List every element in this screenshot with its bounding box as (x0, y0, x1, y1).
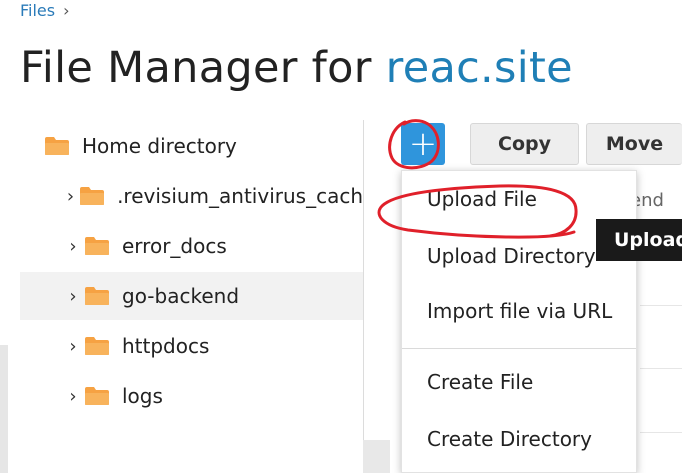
folder-icon (85, 337, 109, 355)
folder-icon (85, 237, 109, 255)
tree-item-label: go-backend (122, 284, 240, 308)
copy-button[interactable]: Copy (470, 123, 579, 165)
chevron-right-icon[interactable]: › (62, 236, 84, 257)
tree-item-error-docs[interactable]: › error_docs (20, 222, 363, 270)
tree-item-go-backend[interactable]: › go-backend (20, 272, 363, 320)
chevron-right-icon[interactable]: › (62, 286, 84, 307)
move-button[interactable]: Move (586, 123, 682, 165)
page-title-site: reac.site (385, 43, 573, 93)
content-scrollbar[interactable] (363, 440, 390, 473)
file-list-row-divider (640, 368, 682, 369)
file-list-row-divider (640, 432, 682, 433)
folder-icon (85, 387, 109, 405)
plus-icon: + (408, 124, 438, 164)
folder-tree: Home directory › .revisium_antivirus_cac… (0, 120, 363, 473)
folder-icon (85, 287, 109, 305)
tree-item-revisium-antivirus-cache[interactable]: › .revisium_antivirus_cach (20, 172, 363, 220)
menu-item-create-directory[interactable]: Create Directory (427, 427, 592, 451)
tree-item-home-directory[interactable]: Home directory (20, 122, 363, 170)
chevron-right-icon[interactable]: › (62, 336, 84, 357)
tree-item-label: logs (122, 384, 163, 408)
menu-item-upload-directory[interactable]: Upload Directory (427, 244, 596, 268)
breadcrumb-files-link[interactable]: Files (20, 1, 55, 20)
menu-item-create-file[interactable]: Create File (427, 370, 533, 394)
breadcrumb: Files › (20, 0, 70, 20)
tree-item-label: error_docs (122, 234, 227, 258)
menu-divider (402, 348, 636, 349)
panel-divider (363, 120, 364, 473)
page-title: File Manager for reac.site (20, 38, 573, 98)
menu-item-import-url[interactable]: Import file via URL (427, 299, 612, 323)
menu-item-upload-file[interactable]: Upload File (427, 187, 537, 211)
page-title-prefix: File Manager for (20, 43, 386, 93)
upload-tooltip: Upload (596, 219, 682, 261)
folder-icon (45, 137, 69, 155)
file-list-row-divider (640, 305, 682, 306)
tree-item-logs[interactable]: › logs (20, 372, 363, 420)
add-dropdown-menu: Upload File Upload Directory Import file… (401, 170, 637, 473)
tree-item-label: .revisium_antivirus_cach (117, 184, 363, 208)
folder-icon (80, 187, 105, 205)
chevron-right-icon: › (63, 0, 70, 20)
tree-item-httpdocs[interactable]: › httpdocs (20, 322, 363, 370)
tree-item-label: httpdocs (122, 334, 210, 358)
tree-scrollbar[interactable] (0, 345, 8, 473)
chevron-right-icon[interactable]: › (62, 186, 79, 207)
chevron-right-icon[interactable]: › (62, 386, 84, 407)
add-button[interactable]: + (401, 123, 445, 165)
tooltip-text: Upload (614, 229, 682, 251)
tree-item-label: Home directory (82, 134, 237, 158)
